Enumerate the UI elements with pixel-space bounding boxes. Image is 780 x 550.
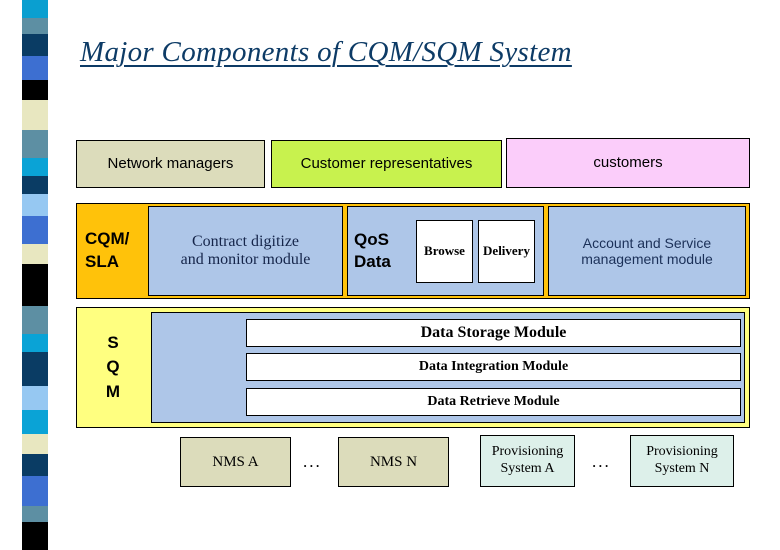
stripe-chip-17 xyxy=(22,410,48,434)
cqm-label-line1: CQM/ xyxy=(85,229,130,249)
provisioning-n-line1: Provisioning xyxy=(646,444,718,460)
stripe-chip-7 xyxy=(22,158,48,176)
qos-data-label: QoS Data xyxy=(354,229,416,273)
stripe-chip-18 xyxy=(22,434,48,454)
contract-module-line2: and monitor module xyxy=(180,251,311,268)
actor-box-customer-representatives: Customer representatives xyxy=(271,140,502,188)
qos-label-line1: QoS xyxy=(354,229,389,249)
actor-label-network-managers: Network managers xyxy=(107,155,234,173)
actor-label-customers: customers xyxy=(593,154,663,172)
stripe-chip-13 xyxy=(22,306,48,334)
sqm-band-label: S Q M xyxy=(77,308,149,427)
account-module-line2: management module xyxy=(581,251,713,267)
provisioning-a-line1: Provisioning xyxy=(491,444,564,460)
stripe-chip-22 xyxy=(22,522,48,550)
stripe-chip-10 xyxy=(22,216,48,244)
sqm-label-letter-s: S xyxy=(107,332,119,352)
provisioning-n-line2: System N xyxy=(654,461,710,476)
module-data-integration: Data Integration Module xyxy=(246,353,741,382)
qos-label-line2: Data xyxy=(354,252,391,271)
stripe-chip-0 xyxy=(22,0,48,18)
stripe-chip-15 xyxy=(22,352,48,386)
actor-box-customers: customers xyxy=(506,138,750,188)
stripe-chip-19 xyxy=(22,454,48,476)
page-title: Major Components of CQM/SQM System xyxy=(80,36,572,68)
system-box-nms-a: NMS A xyxy=(180,437,291,487)
stripe-chip-21 xyxy=(22,506,48,522)
sqm-label-letter-q: Q xyxy=(106,357,120,377)
stripe-chip-3 xyxy=(22,56,48,80)
qos-chip-browse: Browse xyxy=(416,219,473,283)
stripe-chip-5 xyxy=(22,100,48,130)
qos-chip-delivery: Delivery xyxy=(478,219,535,283)
contract-module-line1: Contract digitize xyxy=(191,232,300,250)
left-decorative-stripe xyxy=(22,0,48,550)
system-box-nms-n: NMS N xyxy=(338,437,449,487)
cqm-label-line2: SLA xyxy=(85,252,119,271)
provisioning-a-line2: System A xyxy=(500,461,555,476)
system-box-provisioning-system-n: Provisioning System N xyxy=(630,435,734,487)
account-module-line1: Account and Service xyxy=(582,234,712,251)
stripe-chip-6 xyxy=(22,130,48,158)
module-data-retrieve: Data Retrieve Module xyxy=(246,387,741,416)
provisioning-ellipsis: ... xyxy=(592,452,611,471)
stripe-chip-12 xyxy=(22,264,48,306)
stripe-chip-9 xyxy=(22,194,48,216)
nms-ellipsis: ... xyxy=(303,452,322,471)
stripe-chip-8 xyxy=(22,176,48,194)
stripe-chip-16 xyxy=(22,386,48,410)
stripe-chip-1 xyxy=(22,18,48,34)
nms-a-label: NMS A xyxy=(212,454,259,470)
stripe-chip-20 xyxy=(22,476,48,506)
sqm-modules-panel: Data Storage Module Data Integration Mod… xyxy=(151,312,745,423)
module-contract-digitize-and-monitor: Contract digitize and monitor module xyxy=(148,206,343,296)
sqm-label-letter-m: M xyxy=(105,381,121,401)
actor-box-network-managers: Network managers xyxy=(76,140,265,188)
nms-n-label: NMS N xyxy=(369,454,418,470)
stripe-chip-11 xyxy=(22,244,48,264)
module-qos-data: QoS Data Browse Delivery xyxy=(347,206,544,296)
stripe-chip-4 xyxy=(22,80,48,100)
stripe-chip-14 xyxy=(22,334,48,352)
sqm-band: S Q M Data Storage Module Data Integrati… xyxy=(76,307,750,428)
cqm-sla-band-label: CQM/ SLA xyxy=(77,204,147,298)
system-box-provisioning-system-a: Provisioning System A xyxy=(480,435,575,487)
actor-label-customer-representatives: Customer representatives xyxy=(300,155,473,173)
stripe-chip-2 xyxy=(22,34,48,56)
module-account-and-service-management: Account and Service management module xyxy=(548,206,746,296)
module-data-storage: Data Storage Module xyxy=(246,319,741,348)
